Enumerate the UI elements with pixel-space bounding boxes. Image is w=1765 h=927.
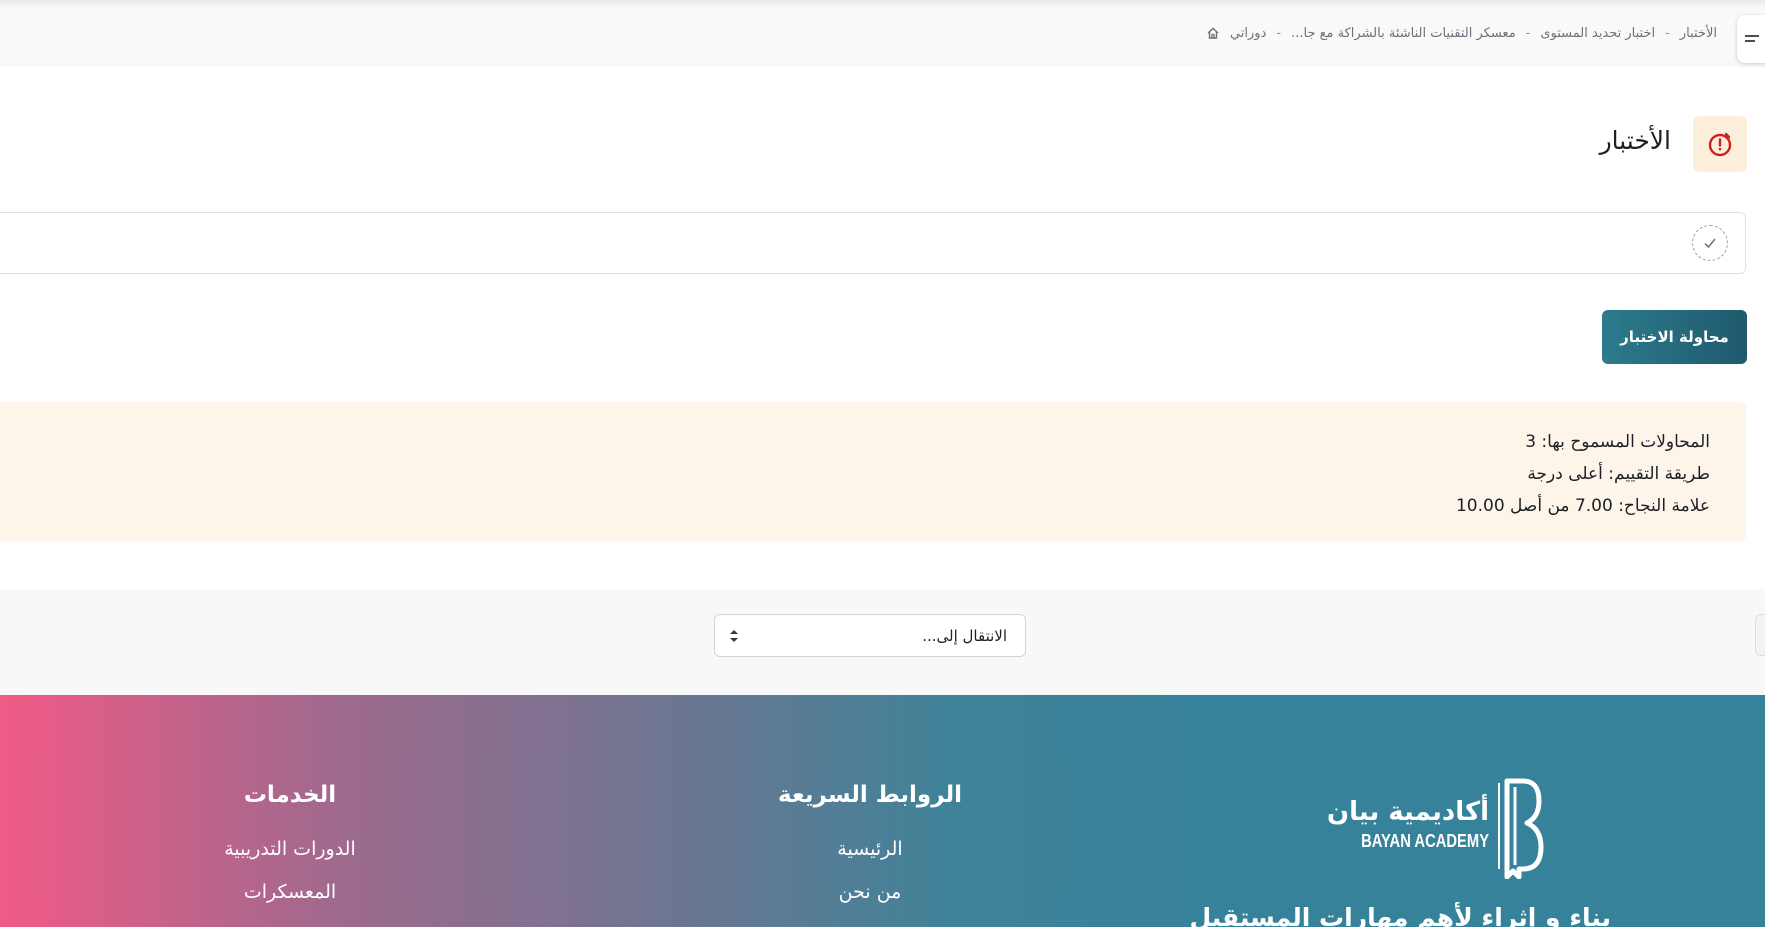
footer-services-title: الخدمات	[243, 782, 337, 808]
jump-to-selected: الانتقال إلى...	[922, 626, 1007, 645]
quiz-timer-icon	[1708, 132, 1732, 157]
bayan-logo-icon	[1498, 778, 1544, 879]
logo-text-english: BAYAN ACADEMY	[1361, 831, 1489, 851]
block-drawer-toggle[interactable]	[1755, 614, 1765, 656]
breadcrumb-item-section[interactable]: اختبار تحديد المستوى	[1540, 26, 1655, 41]
home-icon[interactable]	[1206, 26, 1220, 40]
quiz-info-box: المحاولات المسموح بها: 3 طريقة التقييم: …	[0, 402, 1746, 541]
footer-link-camps[interactable]: المعسكرات	[200, 871, 380, 914]
page-title: الأختبار	[1599, 126, 1671, 155]
footer-link-about[interactable]: من نحن	[770, 871, 970, 914]
footer-link-home[interactable]: الرئيسية	[770, 828, 970, 871]
activity-icon	[1693, 116, 1747, 172]
course-index-toggle[interactable]	[1737, 15, 1765, 63]
logo-text-arabic: أكاديمية بيان	[1326, 797, 1489, 827]
grading-method: طريقة التقييم: أعلى درجة	[1527, 464, 1710, 484]
page-header: دوراتي - معسكر التقنيات الناشئة بالشراكة…	[0, 0, 1765, 67]
jump-to-select[interactable]: الانتقال إلى...	[714, 614, 1026, 657]
breadcrumb-item-current: الأختبار	[1679, 25, 1717, 41]
attempt-quiz-button[interactable]: محاولة الاختبار	[1602, 310, 1747, 364]
footer-quick-links: الروابط السريعة الرئيسية من نحن	[770, 782, 970, 914]
completion-status	[1692, 225, 1728, 261]
select-arrows-icon	[730, 630, 738, 642]
footer-quick-links-title: الروابط السريعة	[777, 782, 963, 808]
completion-requirements	[0, 212, 1746, 274]
breadcrumb: دوراتي - معسكر التقنيات الناشئة بالشراكة…	[1206, 22, 1717, 44]
breadcrumb-item-course[interactable]: معسكر التقنيات الناشئة بالشراكة مع جا...	[1291, 26, 1516, 41]
footer-tagline: بناء و إثراء لأهم مهارات المستقبل	[1189, 903, 1611, 927]
activity-navigation: الانتقال إلى...	[0, 589, 1765, 695]
footer-services: الخدمات الدورات التدريبية المعسكرات	[200, 782, 380, 914]
breadcrumb-separator: -	[1525, 25, 1531, 41]
footer-logo[interactable]: أكاديمية بيان BAYAN ACADEMY	[1327, 777, 1545, 879]
breadcrumb-separator: -	[1665, 25, 1670, 41]
pass-grade: علامة النجاح: 7.00 من أصل 10.00	[1455, 496, 1710, 516]
breadcrumb-item-my-courses[interactable]: دوراتي	[1230, 26, 1266, 41]
site-footer: الخدمات الدورات التدريبية المعسكرات الرو…	[0, 695, 1765, 927]
breadcrumb-separator: -	[1276, 25, 1282, 41]
attempts-allowed: المحاولات المسموح بها: 3	[1525, 432, 1710, 452]
page: دوراتي - معسكر التقنيات الناشئة بالشراكة…	[0, 0, 1765, 927]
footer-link-training-courses[interactable]: الدورات التدريبية	[200, 828, 380, 871]
check-icon	[1704, 238, 1716, 249]
menu-icon	[1745, 35, 1759, 42]
